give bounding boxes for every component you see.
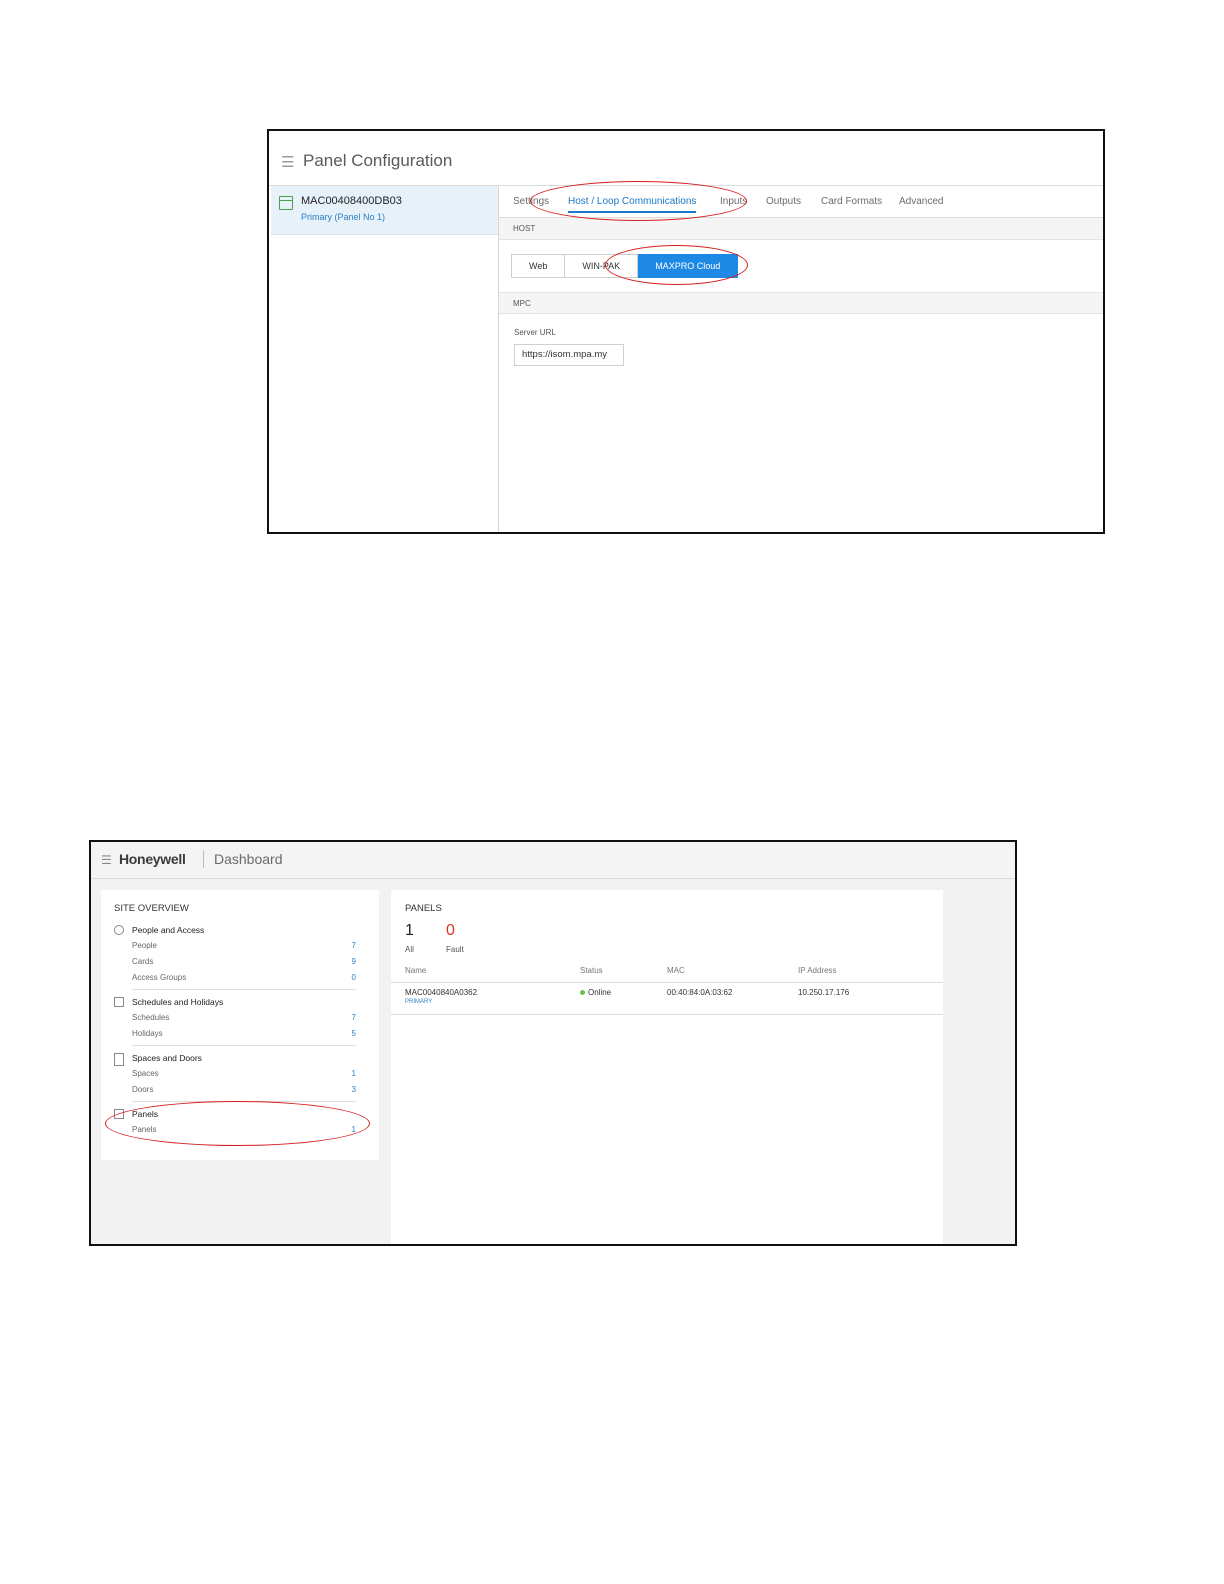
menu-icon[interactable]: ☰: [281, 155, 294, 170]
divider: [132, 1101, 356, 1102]
group-title: Panels: [132, 1109, 158, 1119]
host-type-selector: Web WIN-PAK MAXPRO Cloud: [511, 254, 739, 278]
door-icon: [114, 1053, 124, 1066]
tab-settings[interactable]: Settings: [513, 196, 549, 207]
panel-icon: [279, 196, 293, 210]
row-count[interactable]: 1: [352, 1069, 356, 1078]
host-winpak-button[interactable]: WIN-PAK: [565, 254, 639, 278]
table-header-divider: [391, 982, 943, 983]
overview-row-doors[interactable]: Doors 3: [132, 1085, 356, 1099]
online-status-dot-icon: [580, 990, 585, 996]
overview-row-panels[interactable]: Panels 1: [132, 1125, 356, 1139]
divider: [132, 989, 356, 990]
tab-inputs[interactable]: Inputs: [720, 196, 747, 207]
divider: [132, 1045, 356, 1046]
row-label: Cards: [132, 957, 154, 966]
row-count[interactable]: 0: [352, 973, 356, 982]
fault-label: Fault: [446, 945, 464, 954]
tab-outputs[interactable]: Outputs: [766, 196, 801, 207]
status-text: Online: [588, 988, 612, 997]
overview-row-access-groups[interactable]: Access Groups 0: [132, 973, 356, 987]
overview-row-cards[interactable]: Cards 9: [132, 957, 356, 971]
group-title: Spaces and Doors: [132, 1053, 202, 1063]
row-label: Spaces: [132, 1069, 159, 1078]
row-label: Access Groups: [132, 973, 187, 982]
panels-card: PANELS 1 All 0 Fault Name Status MAC IP …: [391, 890, 943, 1244]
dashboard-window: ☰ Honeywell Dashboard SITE OVERVIEW Peop…: [89, 840, 1017, 1246]
panel-name-cell[interactable]: MAC0040840A0362: [405, 988, 477, 997]
row-count[interactable]: 3: [352, 1085, 356, 1094]
page-title: Dashboard: [214, 851, 283, 867]
row-label: Doors: [132, 1085, 154, 1094]
overview-row-schedules[interactable]: Schedules 7: [132, 1013, 356, 1027]
row-label: Holidays: [132, 1029, 163, 1038]
calendar-icon: [114, 997, 124, 1007]
panel-list: MAC00408400DB03 Primary (Panel No 1): [269, 186, 499, 532]
group-title: Schedules and Holidays: [132, 997, 224, 1007]
group-title: People and Access: [132, 925, 205, 935]
overview-row-holidays[interactable]: Holidays 5: [132, 1029, 356, 1043]
column-header-mac[interactable]: MAC: [667, 966, 685, 975]
server-url-input[interactable]: https://isom.mpa.my: [514, 344, 624, 366]
mpc-section-header: MPC: [499, 292, 1103, 314]
primary-badge: PRIMARY: [405, 999, 433, 1005]
header-divider: [203, 850, 204, 868]
row-count[interactable]: 7: [352, 941, 356, 950]
tab-card-formats[interactable]: Card Formats: [821, 196, 882, 207]
menu-icon[interactable]: ☰: [101, 853, 112, 867]
panel-subtitle: Primary (Panel No 1): [301, 212, 386, 222]
site-overview-title: SITE OVERVIEW: [114, 903, 189, 914]
host-web-button[interactable]: Web: [511, 254, 566, 278]
row-count[interactable]: 1: [352, 1125, 356, 1134]
panels-title: PANELS: [405, 903, 442, 914]
host-maxpro-cloud-button[interactable]: MAXPRO Cloud: [638, 254, 739, 278]
overview-row-people[interactable]: People 7: [132, 941, 356, 955]
panel-name: MAC00408400DB03: [301, 195, 402, 207]
status-cell: Online: [580, 988, 611, 997]
mac-cell: 00:40:84:0A:03:62: [667, 988, 733, 997]
ip-address-cell: 10.250.17.176: [798, 988, 850, 997]
panel-icon: [114, 1109, 124, 1119]
site-overview-card: SITE OVERVIEW People and Access People 7…: [101, 890, 379, 1160]
panel-config-header: ☰ Panel Configuration: [269, 131, 1103, 186]
panel-list-item[interactable]: MAC00408400DB03 Primary (Panel No 1): [271, 186, 498, 235]
column-header-ip-address[interactable]: IP Address: [798, 966, 837, 975]
row-count[interactable]: 9: [352, 957, 356, 966]
config-tabs: Settings Host / Loop Communications Inpu…: [499, 186, 1103, 218]
person-icon: [114, 925, 124, 935]
all-count[interactable]: 1: [405, 922, 414, 940]
tab-advanced[interactable]: Advanced: [899, 196, 943, 207]
tab-host-loop-communications[interactable]: Host / Loop Communications: [568, 196, 697, 213]
page-title: Panel Configuration: [303, 151, 453, 170]
dashboard-header: ☰ Honeywell Dashboard: [91, 842, 1015, 879]
table-row-divider: [391, 1014, 943, 1015]
column-header-status[interactable]: Status: [580, 966, 603, 975]
overview-row-spaces[interactable]: Spaces 1: [132, 1069, 356, 1083]
fault-count[interactable]: 0: [446, 922, 455, 940]
row-label: People: [132, 941, 157, 950]
server-url-label: Server URL: [514, 328, 556, 337]
row-label: Schedules: [132, 1013, 170, 1022]
honeywell-logo: Honeywell: [119, 851, 186, 867]
row-label: Panels: [132, 1125, 157, 1134]
row-count[interactable]: 7: [352, 1013, 356, 1022]
host-section-header: HOST: [499, 218, 1103, 240]
all-label: All: [405, 945, 414, 954]
panel-configuration-window: ☰ Panel Configuration MAC00408400DB03 Pr…: [267, 129, 1105, 534]
row-count[interactable]: 5: [352, 1029, 356, 1038]
panel-config-content: Settings Host / Loop Communications Inpu…: [499, 186, 1103, 532]
column-header-name[interactable]: Name: [405, 966, 426, 975]
